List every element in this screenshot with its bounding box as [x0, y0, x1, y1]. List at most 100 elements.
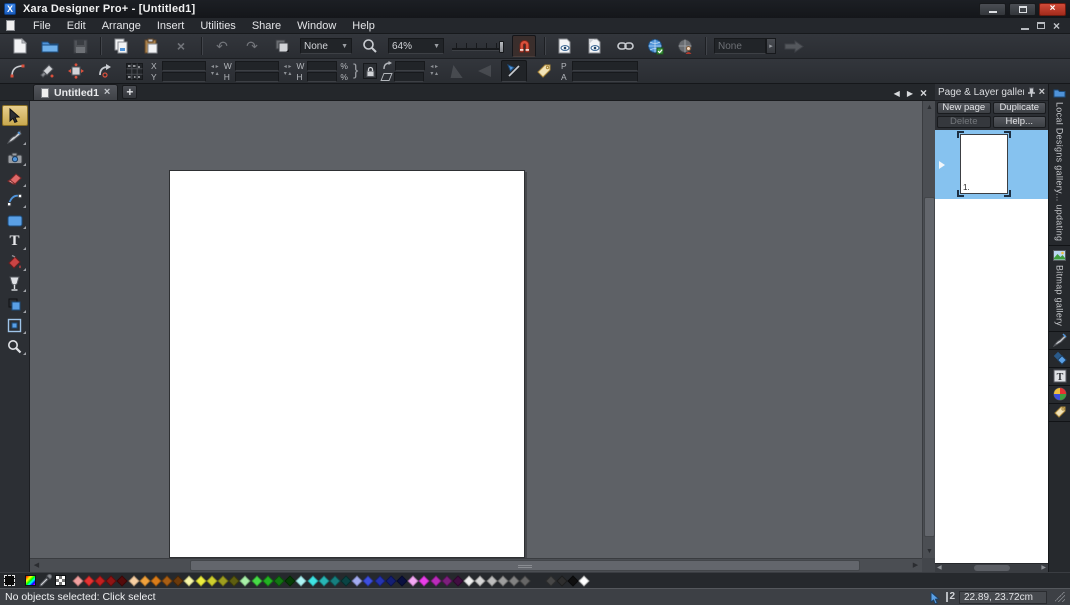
tool-zoom[interactable]	[2, 336, 28, 357]
tab-untitled1[interactable]: Untitled1 ×	[33, 84, 118, 100]
share-online-button[interactable]	[673, 36, 697, 57]
tool-text[interactable]: T	[2, 231, 28, 252]
flip-vertical-button[interactable]	[472, 61, 496, 82]
color-swatch[interactable]	[374, 575, 385, 586]
line-gallery-tab[interactable]	[1049, 332, 1070, 350]
color-swatch[interactable]	[318, 575, 329, 586]
color-swatch[interactable]	[72, 575, 83, 586]
push-paper-button[interactable]	[270, 36, 294, 57]
page-list-item-selected[interactable]: 1.	[935, 130, 1048, 199]
w-scale-input[interactable]	[307, 61, 337, 71]
tool-contour[interactable]	[2, 315, 28, 336]
vertical-scrollbar-thumb[interactable]	[924, 197, 935, 537]
tool-transparency[interactable]	[2, 273, 28, 294]
color-swatch[interactable]	[385, 575, 396, 586]
fill-interactive-button[interactable]	[35, 61, 59, 82]
show-bounds-button[interactable]	[64, 61, 88, 82]
wh-spinners[interactable]: ◂ ▸▾ ▴	[284, 65, 292, 77]
new-document-button[interactable]	[8, 36, 32, 57]
color-swatch[interactable]	[430, 575, 441, 586]
p-input[interactable]	[572, 61, 638, 71]
line-width-dropdown[interactable]: None ▼	[300, 38, 352, 54]
preview-page-button[interactable]	[583, 36, 607, 57]
panel-close-icon[interactable]: ×	[1039, 86, 1045, 98]
mdi-close-icon[interactable]: ×	[1053, 21, 1060, 31]
y-input[interactable]	[162, 72, 206, 82]
menu-window[interactable]: Window	[289, 19, 344, 33]
color-gallery-tab[interactable]	[1049, 386, 1070, 404]
mdi-minimize-icon[interactable]	[1021, 28, 1029, 30]
menu-arrange[interactable]: Arrange	[94, 19, 149, 33]
export-button[interactable]	[782, 36, 806, 57]
menu-share[interactable]: Share	[244, 19, 289, 33]
color-swatch[interactable]	[363, 575, 374, 586]
h-input[interactable]	[235, 72, 279, 82]
menu-utilities[interactable]: Utilities	[192, 19, 243, 33]
color-swatch[interactable]	[307, 575, 318, 586]
redo-button[interactable]: ↷	[240, 36, 264, 57]
open-document-button[interactable]	[38, 36, 62, 57]
color-swatch[interactable]	[195, 575, 206, 586]
slider-handle[interactable]	[499, 41, 504, 53]
scroll-right-icon[interactable]: ▶	[909, 559, 922, 572]
color-swatch[interactable]	[419, 575, 430, 586]
tab-close-icon[interactable]: ×	[104, 88, 110, 97]
color-swatch[interactable]	[128, 575, 139, 586]
menu-file[interactable]: File	[25, 19, 59, 33]
undo-button[interactable]: ↶	[210, 36, 234, 57]
tool-shadow[interactable]	[2, 294, 28, 315]
local-designs-gallery-tab[interactable]: Local Designs gallery... updating	[1049, 84, 1070, 246]
horizontal-scrollbar-thumb[interactable]	[190, 560, 860, 571]
pattern-fill-swatch[interactable]	[55, 575, 66, 586]
horizontal-scrollbar[interactable]: ◀ ▶	[30, 558, 922, 572]
tool-fill[interactable]	[2, 252, 28, 273]
color-swatch[interactable]	[251, 575, 262, 586]
color-swatch[interactable]	[475, 575, 486, 586]
name-spinner-button[interactable]: ▸	[766, 38, 776, 54]
color-swatch[interactable]	[497, 575, 508, 586]
delete-button[interactable]: ×	[169, 36, 193, 57]
a-input[interactable]	[572, 72, 638, 82]
insert-link-button[interactable]	[613, 36, 637, 57]
color-swatch[interactable]	[240, 575, 251, 586]
scale-line-widths-toggle[interactable]	[501, 60, 527, 82]
x-input[interactable]	[162, 61, 206, 71]
mdi-restore-icon[interactable]	[1037, 22, 1045, 29]
tab-bar-close-icon[interactable]: ×	[920, 89, 927, 98]
anchor-point-grid[interactable]	[122, 61, 146, 82]
duplicate-button[interactable]: Duplicate	[993, 102, 1047, 114]
page-thumbnail[interactable]: 1.	[960, 134, 1008, 194]
rotate-mode-button[interactable]	[93, 61, 117, 82]
color-swatch[interactable]	[206, 575, 217, 586]
snap-to-objects-button[interactable]	[512, 35, 536, 57]
color-swatch[interactable]	[441, 575, 452, 586]
document-icon[interactable]	[6, 20, 15, 31]
menu-insert[interactable]: Insert	[149, 19, 193, 33]
eyedropper-icon[interactable]	[39, 574, 52, 587]
scroll-down-icon[interactable]: ▼	[923, 545, 935, 558]
fill-gallery-tab[interactable]	[1049, 350, 1070, 368]
color-swatch[interactable]	[83, 575, 94, 586]
lock-aspect-button[interactable]	[363, 63, 377, 79]
tab-scroll-left-icon[interactable]: ◀	[894, 89, 900, 98]
bitmap-gallery-tab[interactable]: Bitmap gallery	[1049, 246, 1070, 331]
color-swatch[interactable]	[262, 575, 273, 586]
zoom-tool-button[interactable]	[358, 36, 382, 57]
save-document-button[interactable]	[68, 36, 92, 57]
tool-erase[interactable]	[2, 168, 28, 189]
delete-page-button[interactable]: Delete	[937, 116, 991, 128]
page-layer-gallery-header[interactable]: Page & Layer gallery ×	[935, 84, 1048, 101]
new-tab-button[interactable]: +	[122, 85, 137, 99]
scroll-left-icon[interactable]: ◀	[30, 559, 43, 572]
preview-window-button[interactable]	[553, 36, 577, 57]
xy-spinners[interactable]: ◂ ▸▾ ▴	[211, 65, 219, 77]
w-input[interactable]	[235, 61, 279, 71]
tool-rectangle[interactable]	[2, 210, 28, 231]
new-page-button[interactable]: New page	[937, 102, 991, 114]
pin-icon[interactable]	[1027, 87, 1036, 98]
no-color-swatch[interactable]	[4, 575, 15, 586]
name-gallery-tab[interactable]	[1049, 404, 1070, 422]
canvas-area[interactable]: ▲ ▼ ◀ ▶	[30, 101, 935, 572]
scroll-up-icon[interactable]: ▲	[923, 101, 935, 114]
tool-selector[interactable]	[2, 105, 28, 126]
